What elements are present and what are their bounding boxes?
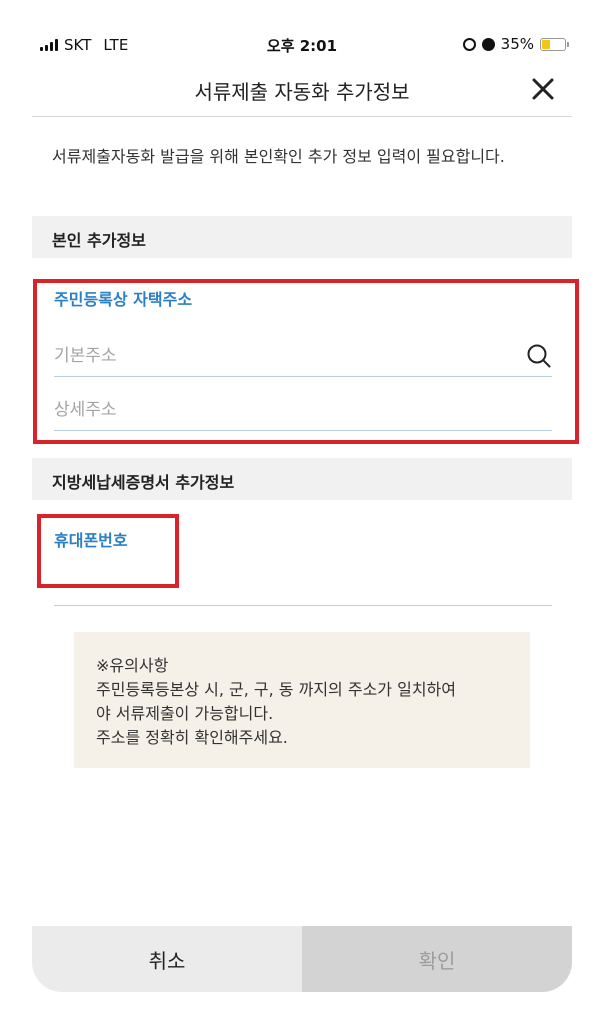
section-title: 본인 추가정보 xyxy=(52,231,146,250)
header: 서류제출 자동화 추가정보 xyxy=(0,64,604,116)
battery-fill xyxy=(542,39,550,49)
phone-highlight-box xyxy=(37,514,179,588)
alarm-icon xyxy=(481,37,495,51)
section-title: 지방세납세증명서 추가정보 xyxy=(52,473,235,492)
caution-line: 야 서류제출이 가능합니다. xyxy=(96,704,274,723)
confirm-button[interactable]: 확인 xyxy=(302,926,572,992)
rotation-lock-icon xyxy=(462,37,476,51)
status-bar: SKT LTE 오후 2:01 35% xyxy=(0,0,604,55)
address-highlight-box xyxy=(33,279,579,444)
header-divider xyxy=(32,116,572,117)
notice-text: 서류제출자동화 발급을 위해 본인확인 추가 정보 입력이 필요합니다. xyxy=(52,147,505,166)
caution-box: ※유의사항 주민등록등본상 시, 군, 구, 동 까지의 주소가 일치하여 야 … xyxy=(74,632,530,768)
section-tax-certificate-info: 지방세납세증명서 추가정보 xyxy=(32,458,572,500)
caution-line: ※유의사항 xyxy=(96,656,169,675)
battery-percent: 35% xyxy=(500,35,534,53)
cancel-button[interactable]: 취소 xyxy=(32,926,302,992)
page-title: 서류제출 자동화 추가정보 xyxy=(194,80,410,104)
caution-line: 주민등록등본상 시, 군, 구, 동 까지의 주소가 일치하여 xyxy=(96,680,456,699)
battery-icon xyxy=(540,37,569,51)
section-personal-info: 본인 추가정보 xyxy=(32,216,572,258)
close-icon xyxy=(532,78,554,100)
close-button[interactable] xyxy=(530,76,556,102)
caution-line: 주소를 정확히 확인해주세요. xyxy=(96,728,288,747)
status-right: 35% xyxy=(462,35,569,53)
bottom-button-bar: 취소 확인 xyxy=(32,926,572,992)
